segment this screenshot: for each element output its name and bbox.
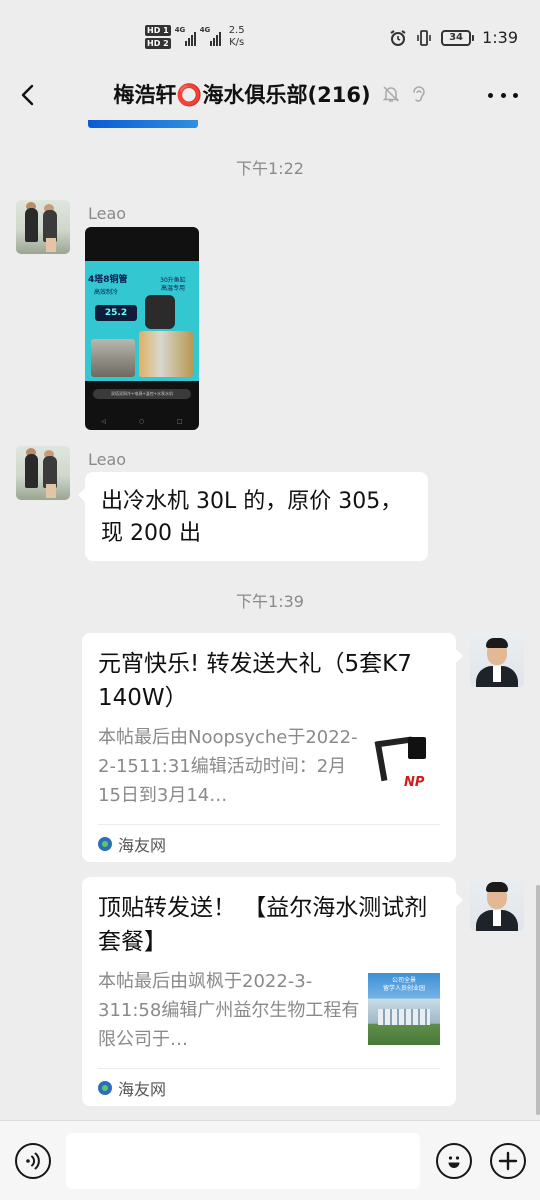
more-button[interactable] — [488, 82, 518, 108]
hd1-badge: HD 1 — [145, 25, 171, 36]
site-icon — [98, 836, 112, 851]
signal-icon-2: 4G — [200, 26, 221, 46]
image-message[interactable]: 4塔8铜管 高效制冷 30升鱼缸 高温专用 25.2 双塔双铜冷+电源+温控+水… — [85, 227, 199, 430]
link-card[interactable]: 元宵快乐! 转发送大礼（5套K7 140W） 本帖最后由Noopsyche于20… — [82, 633, 463, 862]
bell-muted-icon — [382, 86, 399, 102]
thumbnail-text: 公司全景 留学人员创业园 — [382, 977, 425, 992]
emoji-button[interactable] — [436, 1143, 472, 1179]
image-tag: 30升鱼缸 高温专用 — [160, 277, 186, 292]
hd2-badge: HD 2 — [145, 38, 171, 49]
image-headline-sub: 高效制冷 — [94, 289, 119, 296]
plus-button[interactable] — [490, 1143, 526, 1179]
previous-image-edge[interactable] — [88, 120, 198, 128]
card-source-label: 海友网 — [118, 1079, 167, 1099]
chat-header: 梅浩轩⭕海水俱乐部(216) — [0, 70, 540, 120]
input-bar — [0, 1120, 540, 1200]
site-icon — [98, 1080, 112, 1095]
sender-name: Leao — [88, 450, 127, 469]
sender-name: Leao — [88, 204, 127, 223]
emoji-icon — [448, 1156, 460, 1168]
vibrate-icon — [415, 29, 433, 47]
card-title: 顶贴转发送！ 【益尔海水测试剂套餐】 — [98, 895, 428, 955]
voice-button[interactable] — [15, 1143, 51, 1179]
more-dots-icon — [488, 92, 493, 98]
image-caption: 双塔双铜冷+电源+温控+水泵水机 — [93, 389, 191, 399]
card-source: 海友网 — [98, 824, 440, 862]
card-description: 本帖最后由飒枫于2022-3-311:58编辑广州益尔生物工程有限公司于… — [98, 971, 360, 1050]
text-message[interactable]: 出冷水机 30L 的，原价 305，现 200 出 — [78, 472, 428, 561]
ear-icon — [412, 86, 425, 102]
avatar-leao[interactable] — [16, 200, 70, 254]
message-input[interactable] — [66, 1133, 420, 1189]
avatar-self[interactable] — [470, 877, 524, 931]
plus-icon — [498, 1151, 518, 1171]
card-description: 本帖最后由Noopsyche于2022-2-1511:31编辑活动时间：2月15… — [98, 727, 358, 806]
link-card[interactable]: 顶贴转发送！ 【益尔海水测试剂套餐】 本帖最后由飒枫于2022-3-311:58… — [82, 877, 463, 1106]
network-indicators: HD 1 HD 2 4G 4G 2.5 K/s — [145, 25, 245, 49]
card-source: 海友网 — [98, 1068, 440, 1106]
battery-icon: 34 — [441, 29, 475, 46]
avatar-leao[interactable] — [16, 446, 70, 500]
card-title: 元宵快乐! 转发送大礼（5套K7 140W） — [98, 651, 412, 711]
message-list[interactable]: 下午1:22 Leao 4塔8铜管 高效制冷 30升鱼缸 高温专用 25.2 双… — [0, 120, 540, 1120]
network-speed: 2.5 K/s — [228, 25, 245, 48]
alarm-icon — [389, 29, 407, 47]
chat-title-row: 梅浩轩⭕海水俱乐部(216) — [0, 79, 540, 109]
timestamp: 下午1:39 — [236, 592, 304, 611]
card-thumbnail: 公司全景 留学人员创业园 — [368, 973, 440, 1045]
timestamp: 下午1:22 — [236, 159, 304, 178]
card-source-label: 海友网 — [118, 835, 167, 855]
image-lcd: 25.2 — [95, 305, 137, 321]
chat-title: 梅浩轩⭕海水俱乐部(216) — [113, 83, 371, 107]
avatar-self[interactable] — [470, 633, 524, 687]
scrollbar[interactable] — [536, 885, 540, 1115]
image-headline: 4塔8铜管 — [88, 275, 128, 285]
status-bar: HD 1 HD 2 4G 4G 2.5 K/s 34 1:39 — [0, 0, 540, 70]
card-thumbnail: NP — [368, 729, 440, 801]
np-logo: NP — [404, 775, 425, 790]
clock: 1:39 — [482, 28, 518, 47]
voice-icon — [26, 1152, 40, 1170]
signal-icon: 4G — [175, 26, 196, 46]
